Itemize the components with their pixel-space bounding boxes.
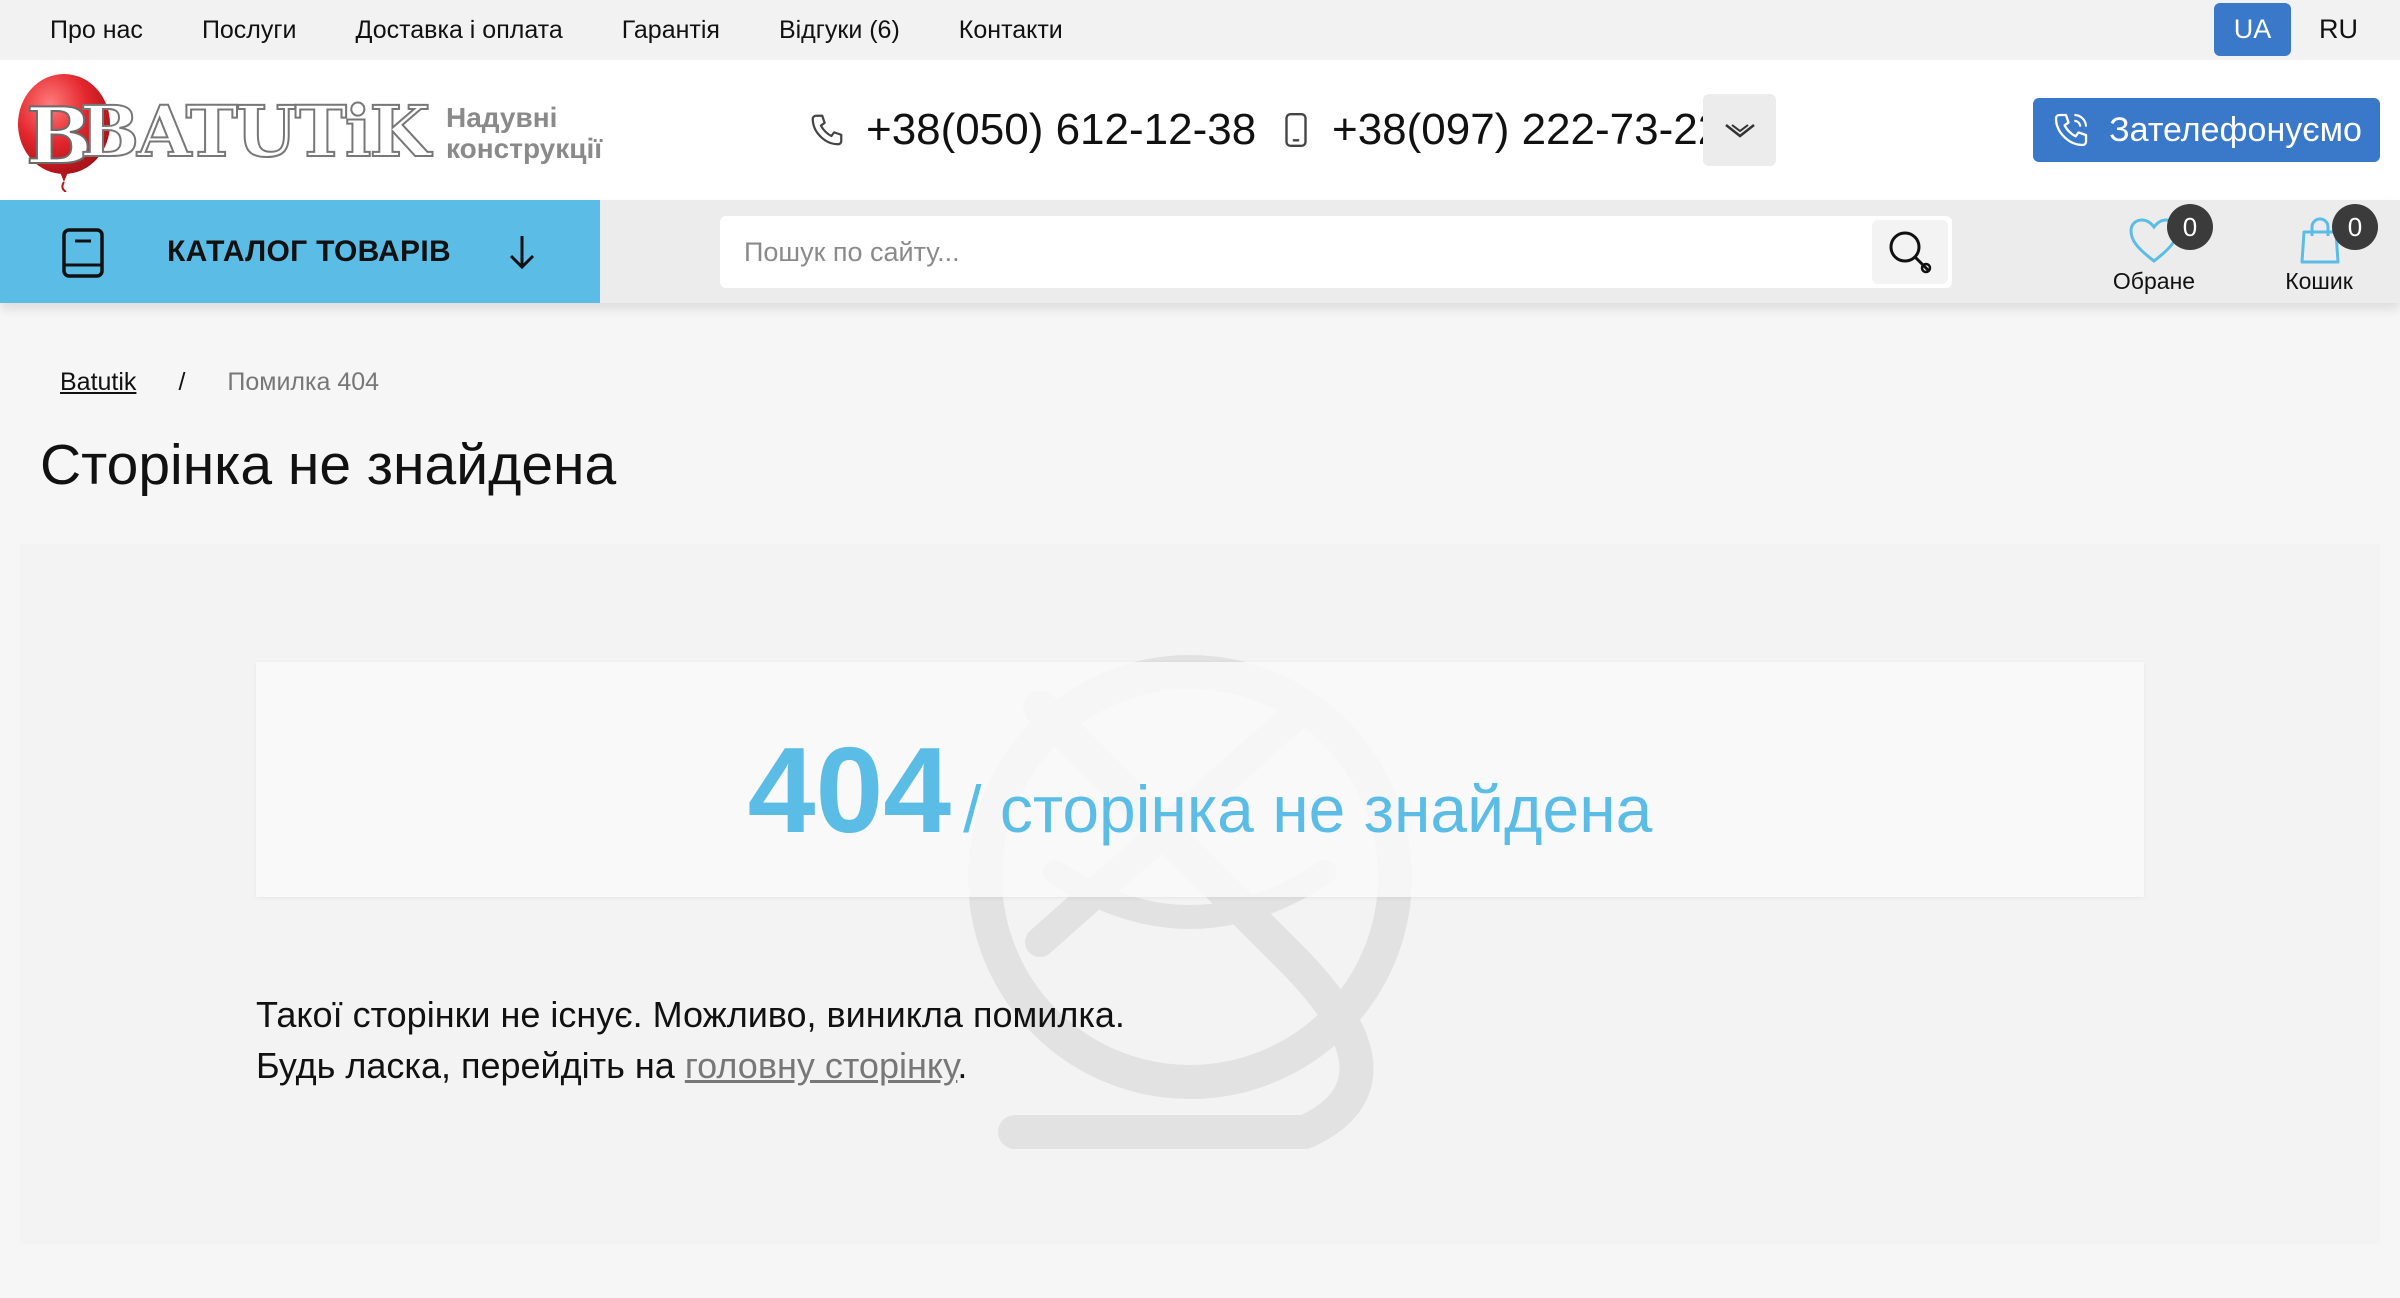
callback-button[interactable]: Зателефонуємо — [2033, 98, 2380, 162]
nav-link-about[interactable]: Про нас — [50, 16, 143, 45]
search-icon — [1889, 231, 1932, 274]
breadcrumb: Batutik / Помилка 404 — [60, 368, 379, 397]
mobile-icon — [1285, 112, 1307, 148]
logo[interactable]: B BATUTiK Надувні конструкції — [16, 68, 606, 193]
cart[interactable]: 0 Кошик — [2254, 200, 2384, 303]
phone-2[interactable]: +38(097) 222-73-22 — [1280, 60, 1722, 200]
page-title: Сторінка не знайдена — [40, 433, 617, 497]
phone-1[interactable]: +38(050) 612-12-38 — [808, 60, 1256, 200]
lang-ua-button[interactable]: UA — [2214, 3, 2291, 56]
logo-tagline-line-1: Надувні — [446, 102, 558, 133]
phone-call-icon — [2054, 113, 2088, 147]
logo-tagline-line-2: конструкції — [446, 133, 603, 164]
search-bar — [720, 216, 1952, 288]
error-message: Такої сторінки не існує. Можливо, виникл… — [256, 989, 1125, 1091]
phone-icon — [811, 114, 843, 146]
favorites-count-badge: 0 — [2167, 204, 2213, 250]
phone-2-number: +38(097) 222-73-22 — [1332, 105, 1723, 154]
cart-count-badge: 0 — [2332, 204, 2378, 250]
error-message-line-2: Будь ласка, перейдіть на головну сторінк… — [256, 1040, 1125, 1091]
catalog-label: КАТАЛОГ ТОВАРІВ — [167, 234, 451, 268]
chevron-down-icon — [1724, 124, 1755, 138]
nav-link-contacts[interactable]: Контакти — [959, 16, 1063, 45]
error-heading: 404/ сторінка не знайдена — [256, 720, 2144, 860]
favorites[interactable]: 0 Обране — [2089, 200, 2219, 303]
breadcrumb-current: Помилка 404 — [227, 368, 380, 396]
search-input[interactable] — [720, 216, 1870, 288]
error-text: / сторінка не знайдена — [963, 772, 1653, 846]
catalog-button[interactable]: КАТАЛОГ ТОВАРІВ — [0, 200, 600, 303]
logo-tagline: Надувні конструкції — [446, 102, 602, 164]
nav-link-warranty[interactable]: Гарантія — [622, 16, 720, 45]
error-message-line-1: Такої сторінки не існує. Можливо, виникл… — [256, 994, 1125, 1035]
error-message-prefix: Будь ласка, перейдіть на — [256, 1045, 685, 1086]
phone-1-number: +38(050) 612-12-38 — [866, 105, 1257, 154]
callback-label: Зателефонуємо — [2109, 110, 2362, 149]
arrow-down-icon — [509, 236, 535, 270]
catalog-bar: КАТАЛОГ ТОВАРІВ 0 Обране 0 Кошик — [0, 200, 2400, 303]
top-bar: Про нас Послуги Доставка і оплата Гарант… — [0, 0, 2400, 60]
breadcrumb-home-link[interactable]: Batutik — [60, 368, 136, 397]
error-code: 404 — [747, 722, 952, 858]
breadcrumb-separator: / — [178, 368, 186, 396]
nav-link-services[interactable]: Послуги — [202, 16, 297, 45]
nav-link-reviews[interactable]: Відгуки (6) — [779, 16, 900, 45]
logo-text: BATUTiK — [79, 89, 431, 174]
cart-label: Кошик — [2285, 268, 2353, 294]
search-button[interactable] — [1872, 220, 1948, 284]
nav-link-delivery[interactable]: Доставка і оплата — [355, 16, 562, 45]
favorites-label: Обране — [2112, 268, 2196, 294]
top-nav: Про нас Послуги Доставка і оплата Гарант… — [50, 0, 1122, 60]
header: B BATUTiK Надувні конструкції +38(050) 6… — [0, 60, 2400, 200]
error-message-suffix: . — [957, 1045, 968, 1086]
error-box: 404/ сторінка не знайдена — [256, 662, 2144, 897]
more-phones-button[interactable] — [1703, 94, 1776, 166]
lang-ru-button[interactable]: RU — [2300, 3, 2377, 56]
home-page-link[interactable]: головну сторінку — [685, 1045, 958, 1086]
book-icon — [62, 228, 104, 278]
